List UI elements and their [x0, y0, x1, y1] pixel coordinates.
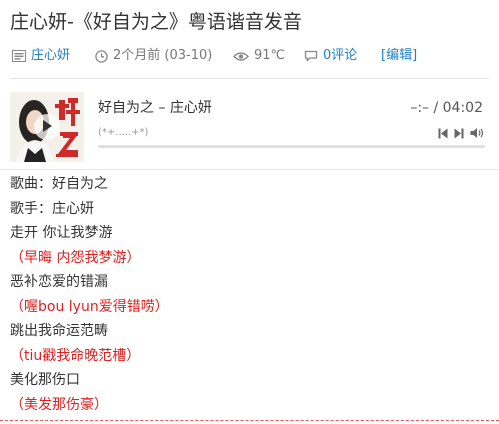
lyric-line: 恶补恋爱的错漏 — [10, 274, 108, 290]
play-button[interactable] — [34, 114, 60, 140]
lyrics-block: 歌曲：好自为之 歌手：庄心妍走开 你让我梦游 （早晦 内怨我梦游） 恶补恋爱的错漏 （喔… — [10, 172, 169, 417]
dashed-divider — [0, 420, 499, 421]
lyric-phonetic-line: （tiu戳我命晚范槽） — [10, 347, 141, 364]
date-meta: 2个月前 (03-10) — [95, 46, 212, 66]
comments-link[interactable]: 0评论 — [323, 46, 357, 66]
lyric-phonetic-line: （早晦 内怨我梦游） — [10, 249, 141, 266]
lyric-line: 美化那伤口 — [10, 372, 80, 388]
volume-icon — [470, 128, 484, 138]
lyric-phonetic-line: （美发那伤豪） — [10, 396, 108, 413]
prev-icon — [438, 128, 448, 139]
author-icon — [12, 50, 26, 62]
next-icon — [454, 128, 464, 139]
page-title: 庄心妍-《好自为之》粤语谐音发音 — [10, 11, 302, 33]
views-meta: 91℃ — [233, 46, 285, 66]
comment-icon — [304, 50, 318, 62]
meta-divider — [10, 78, 489, 79]
eye-icon — [233, 51, 249, 62]
volume-button[interactable] — [470, 124, 485, 143]
time-display: –:– / 04:02 — [410, 100, 483, 116]
lyric-line: 走开 你让我梦游 — [10, 225, 113, 241]
audio-player: 好自为之 – 庄心妍 –:– / 04:02 (*+.....+*) — [10, 92, 489, 162]
current-lyric: (*+.....+*) — [98, 127, 149, 138]
album-cover — [10, 92, 84, 162]
player-divider — [0, 169, 499, 170]
author-meta[interactable]: 庄心妍 — [12, 46, 70, 66]
comments-meta[interactable]: 0评论 — [304, 46, 357, 66]
next-button[interactable] — [454, 124, 464, 143]
edit-link[interactable]: [编辑] — [381, 46, 417, 66]
song-title: 好自为之 – 庄心妍 — [98, 100, 212, 116]
lyric-phonetic-line: （喔bou lyun爱得错唠） — [10, 298, 169, 315]
play-icon — [41, 118, 53, 137]
lyric-line: 歌手：庄心妍 — [10, 200, 94, 217]
prev-button[interactable] — [438, 124, 448, 143]
player-controls — [438, 124, 485, 143]
view-count: 91℃ — [254, 48, 286, 63]
author-link[interactable]: 庄心妍 — [31, 46, 70, 66]
progress-bar[interactable] — [98, 145, 485, 148]
edit-meta[interactable]: [编辑] — [381, 46, 417, 66]
lyric-line: 跳出我命运范畴 — [10, 323, 108, 339]
clock-icon — [95, 49, 108, 63]
lyric-line: 歌曲：好自为之 — [10, 176, 108, 192]
post-date: 2个月前 (03-10) — [113, 48, 213, 63]
